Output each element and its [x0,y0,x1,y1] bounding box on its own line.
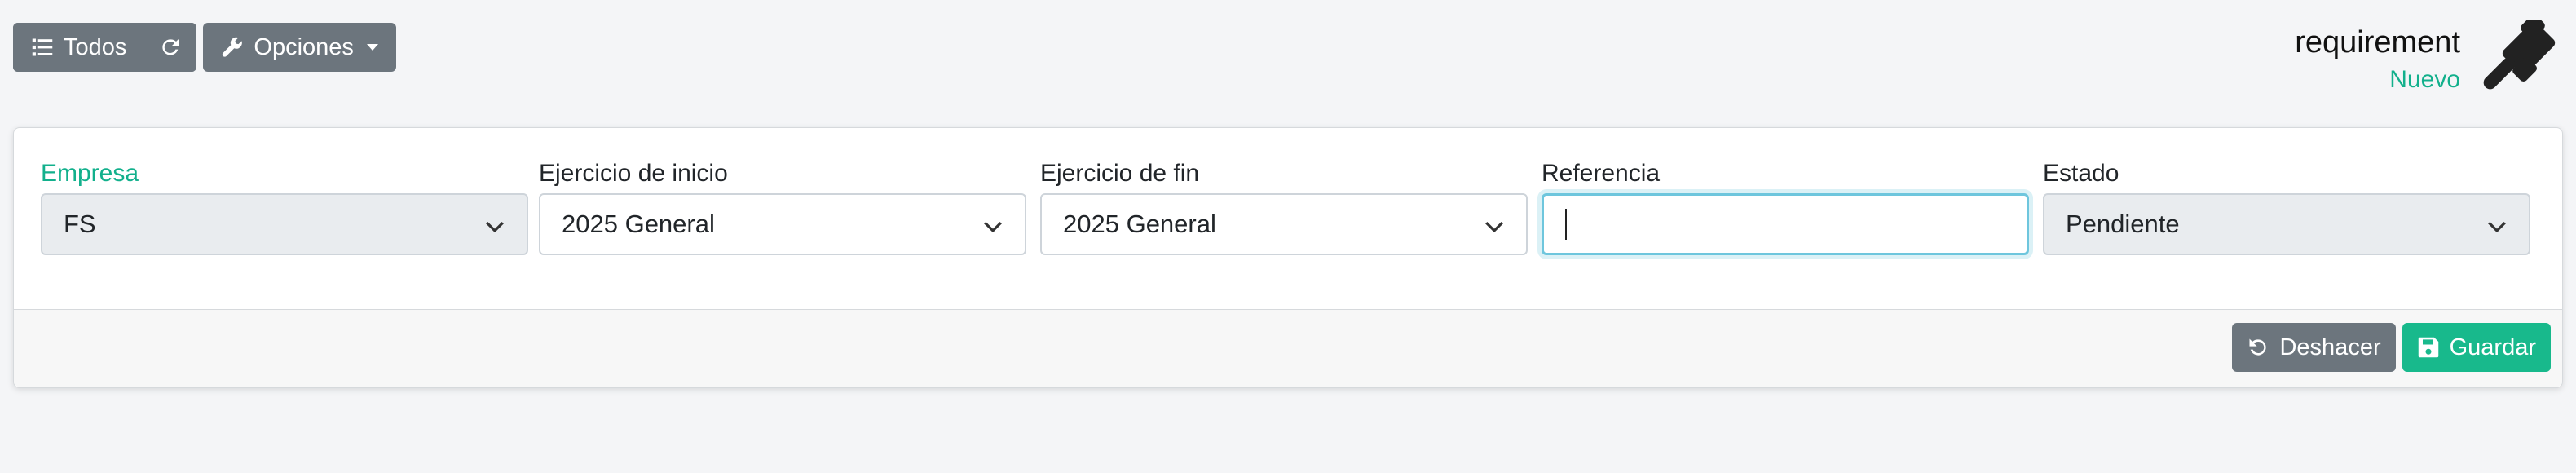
form-body: Empresa FS Ejercicio de inicio 2025 Gene… [14,128,2562,309]
chevron-down-icon [486,221,504,233]
view-button-group: Todos [13,23,197,72]
ejercicio-inicio-select[interactable]: 2025 General [539,193,1026,255]
estado-label: Estado [2043,160,2119,187]
page-subtitle: Nuevo [2389,66,2460,93]
toolbar: Todos Opciones [13,23,396,72]
wrench-icon [223,37,243,57]
page-title: requirement [2295,25,2460,60]
refresh-button[interactable] [144,23,197,72]
ejercicio-inicio-value: 2025 General [562,210,715,238]
empresa-field: Empresa FS [41,157,528,255]
requirement-form-card: Empresa FS Ejercicio de inicio 2025 Gene… [13,127,2563,388]
footer-actions: Deshacer Guardar [2232,323,2551,372]
empresa-label: Empresa [41,160,139,187]
opciones-label: Opciones [254,33,354,60]
save-icon [2418,337,2438,358]
ejercicio-fin-label: Ejercicio de fin [1040,160,1200,187]
undo-label: Deshacer [2279,334,2381,360]
page-header: requirement Nuevo [2295,24,2460,96]
todos-label: Todos [64,33,127,60]
ejercicio-fin-select[interactable]: 2025 General [1040,193,1528,255]
chevron-down-icon [2488,221,2506,233]
opciones-button[interactable]: Opciones [203,23,396,72]
gavel-icon [2483,20,2556,90]
caret-down-icon [366,44,378,51]
estado-field: Estado Pendiente [2043,157,2530,255]
ejercicio-fin-value: 2025 General [1063,210,1216,238]
referencia-field: Referencia [1542,157,2029,255]
undo-icon [2249,338,2267,356]
ejercicio-inicio-label: Ejercicio de inicio [539,160,728,187]
save-label: Guardar [2449,334,2536,360]
save-button[interactable]: Guardar [2402,323,2551,372]
form-footer: Deshacer Guardar [14,309,2562,387]
referencia-input[interactable] [1542,193,2029,255]
empresa-value: FS [64,210,96,238]
ejercicio-fin-field: Ejercicio de fin 2025 General [1040,157,1528,255]
empresa-select[interactable]: FS [41,193,528,255]
estado-value: Pendiente [2066,210,2180,238]
estado-select[interactable]: Pendiente [2043,193,2530,255]
chevron-down-icon [984,221,1002,233]
ejercicio-inicio-field: Ejercicio de inicio 2025 General [539,157,1026,255]
text-cursor [1565,209,1567,240]
referencia-label: Referencia [1542,160,1661,187]
chevron-down-icon [1485,221,1503,233]
list-icon [32,38,53,56]
todos-button[interactable]: Todos [13,23,145,72]
undo-button[interactable]: Deshacer [2232,323,2396,372]
refresh-icon [162,38,179,55]
